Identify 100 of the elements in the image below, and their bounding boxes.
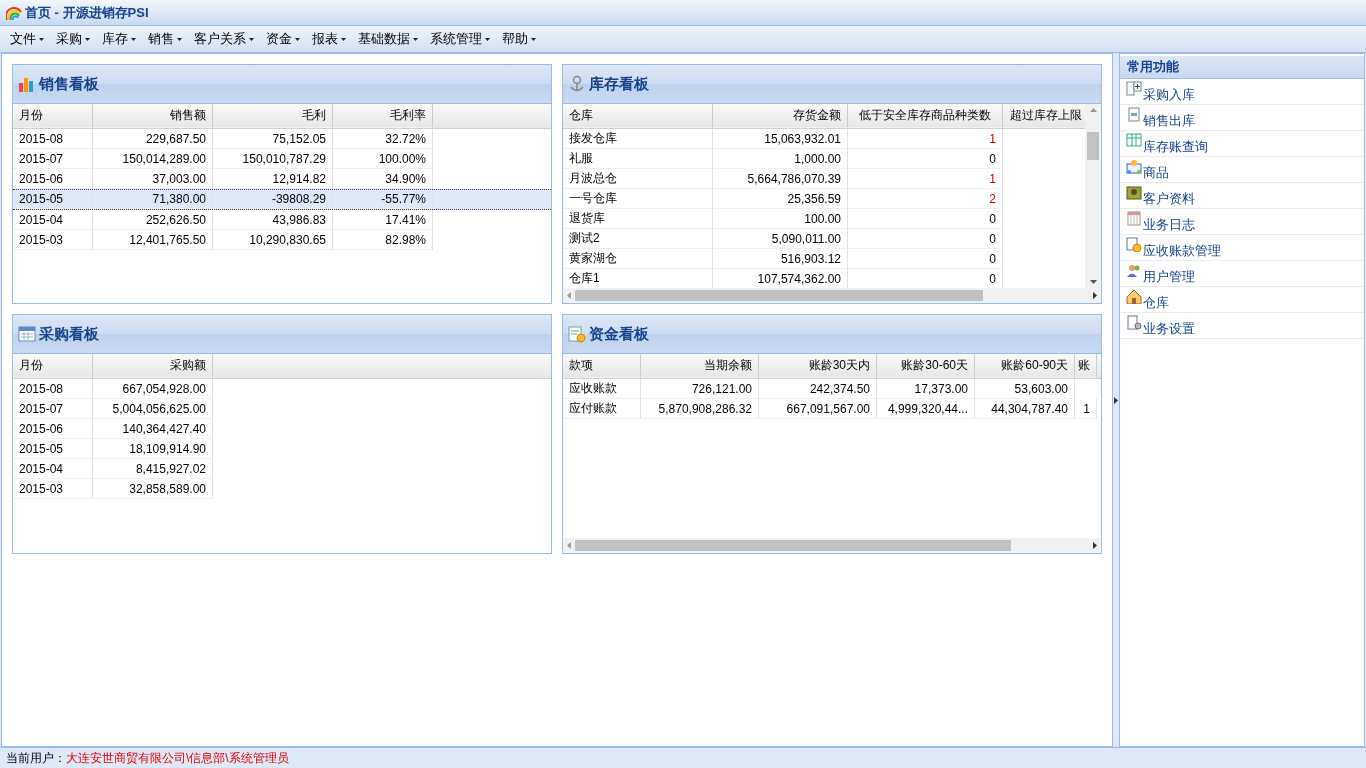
table-cell: 32,858,589.00: [93, 479, 213, 499]
menu-item[interactable]: 销售: [142, 28, 188, 50]
column-header[interactable]: 当期余额: [641, 354, 759, 378]
table-cell: 12,401,765.50: [93, 230, 213, 250]
table-cell: 2015-08: [13, 379, 93, 399]
horizontal-scrollbar[interactable]: [563, 288, 1101, 303]
table-row[interactable]: 2015-08 229,687.50 75,152.05 32.72%: [13, 129, 551, 149]
panel-icon: [568, 325, 586, 343]
table-cell: 5,664,786,070.39: [713, 169, 848, 189]
sidebar-item[interactable]: 业务日志: [1119, 209, 1364, 235]
panel-title: 资金看板: [589, 324, 649, 344]
menu-item[interactable]: 系统管理: [424, 28, 496, 50]
menu-item[interactable]: 帮助: [496, 28, 542, 50]
sidebar-item[interactable]: 仓库: [1119, 287, 1364, 313]
menu-item[interactable]: 基础数据: [352, 28, 424, 50]
table-cell: 667,091,567.00: [759, 399, 877, 419]
table-cell: 黄家湖仓: [563, 249, 713, 269]
table-cell: 252,626.50: [93, 210, 213, 230]
menu-item[interactable]: 库存: [96, 28, 142, 50]
sidebar-item[interactable]: 应收账款管理: [1119, 235, 1364, 261]
table-cell: 0: [848, 249, 1003, 269]
scrollbar-thumb[interactable]: [1087, 132, 1099, 160]
scroll-left-icon[interactable]: [567, 292, 571, 299]
caret-icon: [531, 37, 536, 41]
table-cell: 667,054,928.00: [93, 379, 213, 399]
menu-item[interactable]: 报表: [306, 28, 352, 50]
column-header[interactable]: 账龄30-60天: [877, 354, 975, 378]
scroll-down-icon[interactable]: [1089, 280, 1097, 284]
table-cell: 1: [1075, 399, 1097, 419]
column-header[interactable]: 存货金额: [713, 104, 848, 128]
table-cell: 242,374.50: [759, 379, 877, 399]
table-cell: 150,010,787.29: [213, 149, 333, 169]
table-cell: 2: [848, 189, 1003, 209]
caret-icon: [85, 37, 90, 41]
horizontal-scrollbar[interactable]: [563, 538, 1101, 553]
table-cell: 18,109,914.90: [93, 439, 213, 459]
column-header[interactable]: 毛利: [213, 104, 333, 128]
table-cell: 2015-05: [13, 439, 93, 459]
column-header[interactable]: 账龄60-90天: [975, 354, 1075, 378]
scrollbar-thumb[interactable]: [575, 540, 1011, 551]
column-header[interactable]: 款项: [563, 354, 641, 378]
sidebar-item[interactable]: 商品: [1119, 157, 1364, 183]
menu-item[interactable]: 采购: [50, 28, 96, 50]
scrollbar-thumb[interactable]: [575, 290, 983, 301]
caret-icon: [485, 37, 490, 41]
vertical-scrollbar[interactable]: [1085, 104, 1101, 288]
table-cell: 应付账款: [563, 399, 641, 419]
scroll-up-icon[interactable]: [1089, 108, 1097, 112]
table-cell: 82.98%: [333, 230, 433, 250]
table-cell: 1: [848, 129, 1003, 149]
table-cell: -55.77%: [333, 190, 433, 209]
table-cell: 100.00: [713, 209, 848, 229]
collapse-arrow-icon[interactable]: [1113, 396, 1118, 404]
scroll-right-icon[interactable]: [1093, 292, 1097, 299]
sidebar-item[interactable]: 客户资料: [1119, 183, 1364, 209]
caret-icon: [249, 37, 254, 41]
sidebar-item[interactable]: 采购入库: [1119, 79, 1364, 105]
menu-item[interactable]: 资金: [260, 28, 306, 50]
table-cell: 17,373.00: [877, 379, 975, 399]
table-cell: 应收账款: [563, 379, 641, 399]
shortcut-icon: [1125, 315, 1142, 330]
caret-icon: [177, 37, 182, 41]
table-cell: 2015-08: [13, 129, 93, 149]
table-cell: 25,356.59: [713, 189, 848, 209]
table-row[interactable]: 2015-04 252,626.50 43,986.83 17.41%: [13, 210, 551, 230]
table-cell: -39808.29: [213, 190, 333, 209]
table-cell: 44,304,787.40: [975, 399, 1075, 419]
panel-icon: [18, 325, 36, 343]
scroll-right-icon[interactable]: [1093, 542, 1097, 549]
table-cell: 32.72%: [333, 129, 433, 149]
column-header[interactable]: 采购额: [93, 354, 213, 378]
table-row[interactable]: 2015-05 71,380.00 -39808.29 -55.77%: [13, 189, 551, 210]
table-cell: 140,364,427.40: [93, 419, 213, 439]
table-row[interactable]: 2015-03 12,401,765.50 10,290,830.65 82.98%: [13, 230, 551, 250]
sidebar-item[interactable]: 用户管理: [1119, 261, 1364, 287]
sidebar-item[interactable]: 库存账查询: [1119, 131, 1364, 157]
table-cell: 4,999,320,44...: [877, 399, 975, 419]
column-header[interactable]: 月份: [13, 104, 93, 128]
column-header[interactable]: 月份: [13, 354, 93, 378]
sidebar-title: 常用功能: [1119, 56, 1364, 79]
window-title: 首页 - 开源进销存PSI: [25, 3, 149, 22]
sidebar-item[interactable]: 销售出库: [1119, 105, 1364, 131]
column-header[interactable]: 仓库: [563, 104, 713, 128]
shortcut-icon: [1125, 263, 1142, 278]
shortcut-icon: [1125, 211, 1142, 226]
column-header[interactable]: 低于安全库存商品种类数: [848, 104, 1003, 128]
shortcut-icon: [1125, 159, 1142, 174]
table-row[interactable]: 2015-07 150,014,289.00 150,010,787.29 100.00%: [13, 149, 551, 169]
sidebar-item[interactable]: 业务设置: [1119, 313, 1364, 339]
column-header[interactable]: 账龄30天内: [759, 354, 877, 378]
scroll-left-icon[interactable]: [567, 542, 571, 549]
menu-item[interactable]: 客户关系: [188, 28, 260, 50]
column-header[interactable]: 账: [1075, 354, 1097, 378]
column-header[interactable]: 销售额: [93, 104, 213, 128]
shortcut-icon: [1125, 81, 1142, 96]
menu-item[interactable]: 文件: [4, 28, 50, 50]
caret-icon: [341, 37, 346, 41]
shortcut-icon: [1125, 107, 1142, 122]
column-header[interactable]: 毛利率: [333, 104, 433, 128]
table-cell: 516,903.12: [713, 249, 848, 269]
